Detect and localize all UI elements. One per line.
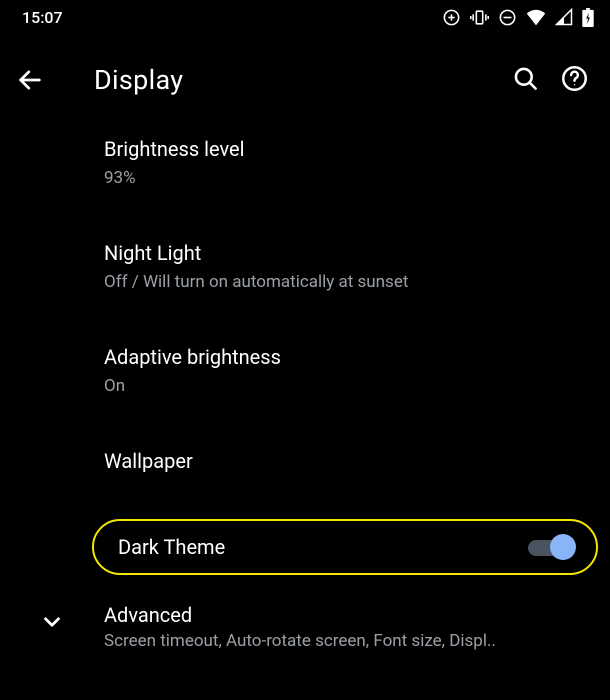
status-icons [442,8,594,27]
setting-title: Dark Theme [118,535,225,559]
setting-dark-theme[interactable]: Dark Theme [92,519,598,575]
setting-advanced[interactable]: Advanced Screen timeout, Auto-rotate scr… [0,575,610,651]
do-not-disturb-icon [498,8,517,27]
setting-title: Advanced [104,603,586,627]
cellular-signal-icon [555,8,573,26]
add-alarm-icon [442,8,461,27]
settings-list: Brightness level 93% Night Light Off / W… [0,114,610,651]
page-title: Display [94,64,512,96]
setting-brightness-level[interactable]: Brightness level 93% [0,120,610,206]
setting-summary: Screen timeout, Auto-rotate screen, Font… [104,631,586,651]
chevron-down-icon [39,609,65,635]
setting-night-light[interactable]: Night Light Off / Will turn on automatic… [0,224,610,310]
help-button[interactable] [561,65,588,95]
status-time: 15:07 [22,8,63,27]
setting-wallpaper[interactable]: Wallpaper [0,432,610,491]
arrow-back-icon [16,66,44,94]
setting-adaptive-brightness[interactable]: Adaptive brightness On [0,328,610,414]
app-bar: Display [0,46,610,114]
vibrate-icon [470,8,489,27]
setting-title: Brightness level [104,136,582,163]
setting-title: Adaptive brightness [104,344,582,371]
help-icon [561,65,588,92]
status-bar: 15:07 [0,0,610,34]
switch-thumb [550,534,576,560]
search-button[interactable] [512,65,539,95]
setting-title: Night Light [104,240,582,267]
search-icon [512,65,539,92]
setting-value: Off / Will turn on automatically at suns… [104,271,582,294]
setting-value: On [104,375,582,398]
wifi-icon [526,8,546,26]
back-button[interactable] [16,66,64,94]
setting-value: 93% [104,167,582,190]
dark-theme-toggle[interactable] [528,533,574,561]
setting-title: Wallpaper [104,448,582,475]
battery-charging-icon [582,8,594,27]
